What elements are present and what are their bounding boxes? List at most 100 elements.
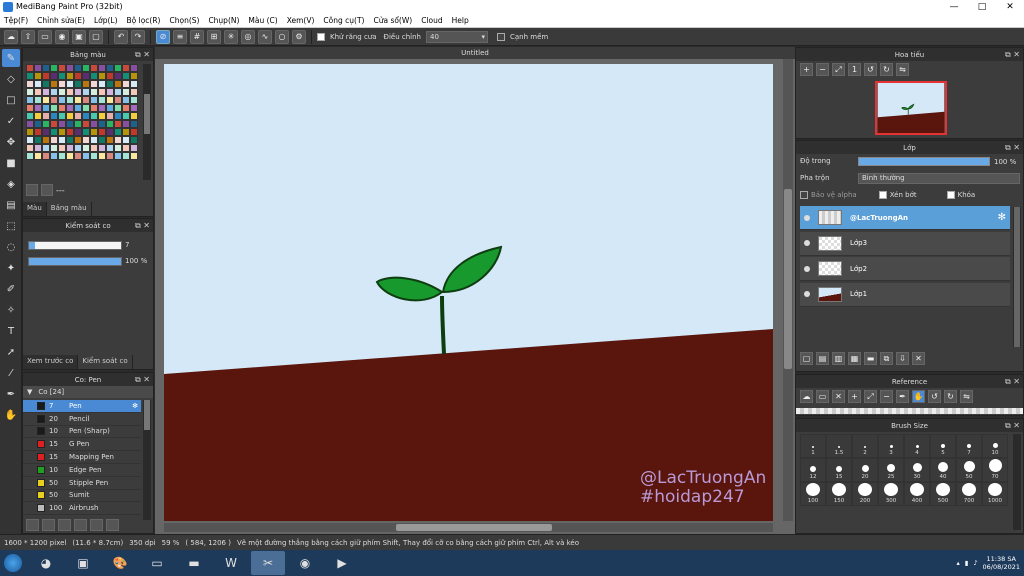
palette-swatch[interactable]	[66, 88, 74, 96]
zoom-out-icon[interactable]: −	[816, 63, 829, 76]
correction-select[interactable]: 40 ▾	[426, 30, 488, 43]
brush-size-cell[interactable]: 12	[800, 458, 826, 482]
brush-size-cell[interactable]: 100	[800, 482, 826, 506]
palette-swatch[interactable]	[66, 120, 74, 128]
open-folder-icon[interactable]: ▭	[816, 390, 829, 403]
panel-close-icon[interactable]: ⧉ ✕	[1005, 421, 1020, 431]
brush-size-cell[interactable]: 400	[904, 482, 930, 506]
palette-swatch[interactable]	[122, 112, 130, 120]
camtasia-icon[interactable]: ◉	[288, 551, 322, 575]
lock-checkbox[interactable]	[946, 191, 955, 199]
palette-swatch[interactable]	[98, 144, 106, 152]
drawing-canvas[interactable]	[164, 64, 773, 521]
tablet-icon[interactable]: ▭	[140, 551, 174, 575]
palette-swatch[interactable]	[98, 128, 106, 136]
palette-swatch[interactable]	[34, 128, 42, 136]
palette-swatch[interactable]	[50, 96, 58, 104]
add-brush-icon[interactable]	[26, 519, 39, 531]
new-layer-icon[interactable]: ▢	[800, 352, 813, 365]
palette-scrollbar[interactable]	[143, 64, 151, 180]
brush-size-cell[interactable]: 3	[878, 434, 904, 458]
menu-layer[interactable]: Lớp(L)	[94, 16, 118, 25]
palette-swatch[interactable]	[82, 136, 90, 144]
palette-swatch[interactable]	[98, 120, 106, 128]
brush-size-cell[interactable]: 10	[982, 434, 1008, 458]
operation-tool-icon[interactable]: ➚	[2, 343, 20, 361]
palette-swatch[interactable]	[50, 64, 58, 72]
palette-swatch[interactable]	[26, 128, 34, 136]
palette-swatch[interactable]	[42, 136, 50, 144]
network-icon[interactable]: ▮	[965, 559, 969, 567]
eye-icon[interactable]	[804, 265, 810, 272]
snipping-tool-icon[interactable]: ✂	[251, 551, 285, 575]
new-halftone-layer-icon[interactable]: ▤	[816, 352, 829, 365]
panel-close-icon[interactable]: ⧉ ✕	[1005, 50, 1020, 60]
palette-swatch[interactable]	[114, 64, 122, 72]
clock[interactable]: 11:38 SA 06/08/2021	[983, 555, 1020, 571]
close-icon[interactable]: ✕	[832, 390, 845, 403]
layer-opacity-slider[interactable]	[858, 157, 990, 166]
rotate-right-icon[interactable]: ↻	[880, 63, 893, 76]
menu-help[interactable]: Help	[452, 16, 469, 25]
palette-swatch[interactable]	[106, 136, 114, 144]
palette-swatch[interactable]	[130, 72, 138, 80]
share-icon[interactable]: ◉	[55, 29, 69, 44]
select-pen-tool-icon[interactable]: ✐	[2, 280, 20, 298]
palette-swatch[interactable]	[66, 80, 74, 88]
layer-row[interactable]: Lớp3	[800, 231, 1010, 256]
brush-item[interactable]: 50 Stipple Pen	[23, 477, 141, 490]
palette-swatch[interactable]	[74, 120, 82, 128]
palette-swatch[interactable]	[114, 136, 122, 144]
layer-blend-select[interactable]: Bình thường	[858, 173, 1020, 184]
palette-swatch[interactable]	[74, 112, 82, 120]
palette-swatch[interactable]	[130, 136, 138, 144]
gradient-tool-icon[interactable]: ▤	[2, 196, 20, 214]
new-8bit-layer-icon[interactable]: ▥	[832, 352, 845, 365]
new-file-icon[interactable]: ▢	[89, 29, 103, 44]
palette-swatch[interactable]	[74, 104, 82, 112]
menu-view[interactable]: Xem(V)	[287, 16, 315, 25]
move-tool-icon[interactable]: ✥	[2, 133, 20, 151]
menu-tools[interactable]: Công cụ(T)	[323, 16, 364, 25]
curve-snap-icon[interactable]: ∿	[258, 29, 272, 44]
eyedropper-icon[interactable]: ✒	[896, 390, 909, 403]
comment-icon[interactable]: ▭	[38, 29, 52, 44]
brush-size-cell[interactable]: 4	[904, 434, 930, 458]
palette-swatch[interactable]	[82, 72, 90, 80]
flip-icon[interactable]: ⇋	[960, 390, 973, 403]
palette-swatch[interactable]	[26, 152, 34, 160]
brush-scrollbar[interactable]	[143, 400, 151, 520]
palette-swatch[interactable]	[82, 112, 90, 120]
palette-swatch[interactable]	[34, 120, 42, 128]
menu-filter[interactable]: Bộ lọc(R)	[127, 16, 161, 25]
palette-swatch[interactable]	[122, 88, 130, 96]
palette-swatch[interactable]	[42, 120, 50, 128]
smooth-edge-checkbox[interactable]	[497, 32, 505, 41]
brush-item[interactable]: 20 Pencil	[23, 413, 141, 426]
clipping-checkbox[interactable]	[878, 191, 887, 199]
fit-icon[interactable]: ⤢	[832, 63, 845, 76]
palette-swatch[interactable]	[58, 104, 66, 112]
parallel-snap-icon[interactable]: ≡	[173, 29, 187, 44]
volume-icon[interactable]: ♪	[973, 559, 977, 567]
palette-swatch[interactable]	[50, 136, 58, 144]
palette-swatch[interactable]	[106, 96, 114, 104]
merge-down-icon[interactable]: ⇩	[896, 352, 909, 365]
brush-size-cell[interactable]: 1	[800, 434, 826, 458]
palette-swatch[interactable]	[106, 112, 114, 120]
tab-color[interactable]: Màu	[23, 202, 47, 216]
menu-color[interactable]: Màu (C)	[248, 16, 277, 25]
palette-swatch[interactable]	[98, 88, 106, 96]
palette-swatch[interactable]	[106, 152, 114, 160]
hand-tool-icon[interactable]: ✋	[2, 406, 20, 424]
palette-swatch[interactable]	[82, 120, 90, 128]
brush-size-cell[interactable]: 1.5	[826, 434, 852, 458]
palette-swatch[interactable]	[42, 96, 50, 104]
add-color-icon[interactable]	[26, 184, 38, 196]
palette-swatch[interactable]	[26, 80, 34, 88]
flip-icon[interactable]: ⇋	[896, 63, 909, 76]
palette-swatch[interactable]	[106, 120, 114, 128]
palette-swatch[interactable]	[106, 144, 114, 152]
snap-off-icon[interactable]: ⊘	[156, 29, 170, 44]
tab-palette[interactable]: Bảng màu	[46, 202, 92, 216]
